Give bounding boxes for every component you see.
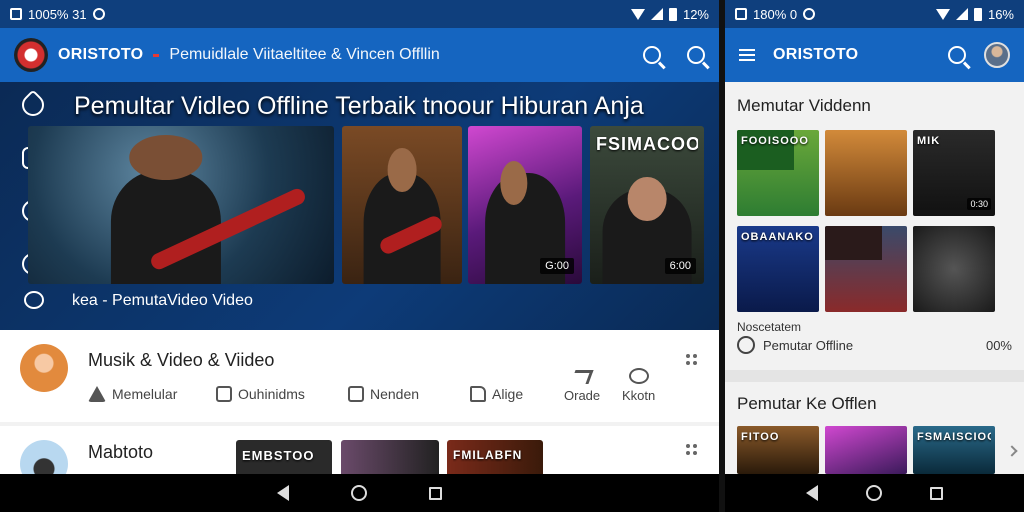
brand-name: ORISTOTO: [773, 46, 859, 63]
brand-name: ORISTOTO: [58, 46, 144, 63]
battery-percent: 16%: [987, 6, 1014, 22]
search-icon-secondary[interactable]: [687, 46, 705, 64]
video-thumb[interactable]: FOOISOOO: [737, 130, 819, 216]
status-bar: 180% 0 16%: [725, 0, 1024, 28]
video-thumb[interactable]: MIK 0:30: [913, 130, 995, 216]
action-item[interactable]: Alige: [470, 386, 523, 402]
info-small-label: Noscetatem: [737, 320, 802, 334]
more-options-icon[interactable]: [686, 354, 697, 365]
hero-caption: kea - PemutaVideo Video: [72, 292, 253, 309]
content-card: Mabtoto EMBSTOO FMILABFN: [0, 426, 719, 488]
hero-title: Pemultar Vidleo Offline Terbaik tnoour H…: [74, 92, 644, 120]
video-thumb[interactable]: [825, 426, 907, 474]
info-value: 00%: [985, 337, 1012, 353]
wifi-icon: [935, 8, 950, 20]
search-icon[interactable]: [948, 46, 966, 64]
wifi-icon: [630, 8, 645, 20]
hero-banner[interactable]: Pemultar Vidleo Offline Terbaik tnoour H…: [0, 82, 719, 330]
section-divider: [725, 370, 1024, 382]
comment-button[interactable]: Kkotn: [622, 368, 655, 403]
recents-icon[interactable]: [930, 486, 943, 500]
thumb-title: FSIMACOOP: [596, 134, 698, 154]
video-duration: 6:00: [664, 258, 696, 274]
note-icon: [348, 386, 364, 402]
info-text: Pemutar Offline: [763, 337, 854, 353]
notification-icon: [10, 8, 22, 20]
signal-icon: [650, 8, 663, 20]
app-logo[interactable]: [14, 38, 48, 72]
video-thumb[interactable]: FSMAISCIOO: [913, 426, 995, 474]
system-nav-bar: [725, 474, 1024, 512]
card-title: Musik & Video & Viideo: [88, 350, 275, 370]
back-icon[interactable]: [277, 485, 289, 501]
video-thumb[interactable]: G:00: [468, 126, 582, 284]
video-duration: G:00: [540, 258, 574, 274]
info-icon: [737, 336, 755, 354]
comment-icon: [216, 386, 232, 402]
system-nav-bar: [0, 474, 719, 512]
battery-icon: [973, 7, 982, 21]
home-circle-icon[interactable]: [866, 485, 882, 501]
section-title: Memutar Viddenn: [737, 96, 871, 115]
more-options-icon[interactable]: [686, 444, 697, 455]
video-duration: 0:30: [967, 198, 991, 210]
action-item[interactable]: Memelular: [88, 386, 177, 402]
video-thumb[interactable]: [825, 226, 907, 312]
brand-accent: [153, 53, 160, 57]
left-phone-screen: 1005% 31 12% ORISTOTO Pemuidlale Viitael…: [0, 0, 719, 512]
location-icon[interactable]: [17, 89, 49, 121]
share-icon: [570, 370, 594, 384]
menu-icon[interactable]: [739, 49, 755, 61]
section-title: Pemutar Ke Offlen: [737, 394, 877, 413]
flag-icon: [470, 386, 486, 402]
chat-icon[interactable]: [24, 291, 44, 309]
card-title: Mabtoto: [88, 442, 154, 462]
action-item[interactable]: Ouhinidms: [216, 386, 305, 402]
video-thumb[interactable]: OBAANAKO: [737, 226, 819, 312]
app-bar-title: Pemuidlale Viitaeltitee & Vincen Offllin: [169, 46, 440, 63]
home-icon: [88, 386, 106, 402]
action-item[interactable]: Nenden: [348, 386, 419, 402]
status-text-left: 180% 0: [753, 6, 798, 22]
back-icon[interactable]: [806, 485, 818, 501]
home-circle-icon[interactable]: [351, 485, 367, 501]
content-card: Musik & Video & Viideo Memelular Ouhinid…: [0, 330, 719, 422]
video-thumb[interactable]: [913, 226, 995, 312]
profile-avatar[interactable]: [984, 42, 1010, 68]
battery-icon: [668, 7, 677, 21]
video-thumb[interactable]: FSIMACOOP 6:00: [590, 126, 704, 284]
channel-avatar[interactable]: [20, 344, 68, 392]
video-thumb[interactable]: [825, 130, 907, 216]
recents-icon[interactable]: [429, 486, 442, 500]
app-bar: ORISTOTO Pemuidlale Viitaeltitee & Vince…: [0, 28, 719, 82]
notification-icon: [735, 8, 747, 20]
status-text-left: 1005% 31: [28, 6, 87, 22]
video-thumb[interactable]: [342, 126, 462, 284]
right-phone-screen: 180% 0 16% ORISTOTO Memutar Viddenn FOOI…: [725, 0, 1024, 512]
status-bar: 1005% 31 12%: [0, 0, 719, 28]
signal-icon: [955, 8, 968, 20]
video-thumb[interactable]: FITOO: [737, 426, 819, 474]
hero-video-thumb[interactable]: [28, 126, 334, 284]
sync-icon: [92, 8, 105, 20]
app-bar: ORISTOTO: [725, 28, 1024, 82]
chat-bubble-icon: [628, 368, 649, 384]
share-button[interactable]: Orade: [564, 370, 600, 403]
battery-percent: 12%: [682, 6, 709, 22]
sync-icon: [803, 8, 816, 20]
info-row[interactable]: Pemutar Offline 00%: [737, 336, 1012, 354]
search-icon[interactable]: [643, 46, 661, 64]
chevron-right-icon[interactable]: [1006, 445, 1018, 457]
